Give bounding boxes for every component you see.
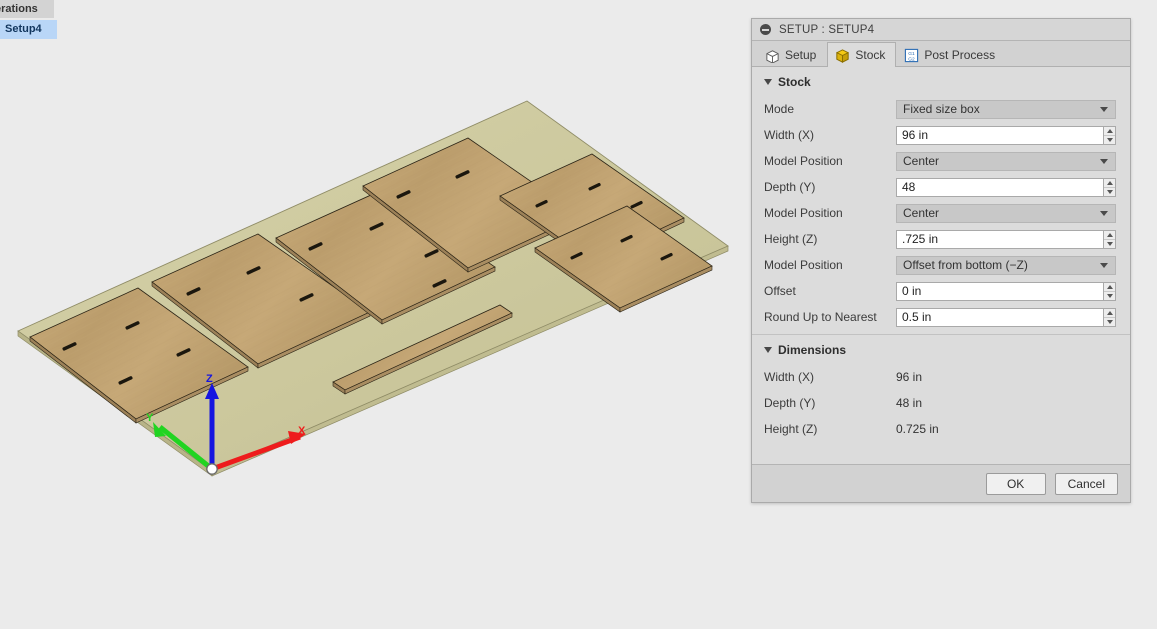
label-height-z: Height (Z) [764,232,818,246]
chevron-down-icon [1100,210,1108,216]
ok-button[interactable]: OK [985,472,1046,495]
chevron-down-icon [764,79,772,85]
stepper-offset[interactable] [1103,281,1116,301]
input-depth-y[interactable]: 48 [896,177,1103,197]
select-mode-value: Fixed size box [903,102,980,116]
dimension-row-width-x: Width (X) 96 in [752,364,1130,390]
value-dimension-width-x: 96 in [896,370,923,384]
stepper-up-icon[interactable] [1104,127,1115,136]
label-offset: Offset [764,284,796,298]
chevron-down-icon [764,347,772,353]
label-dimension-depth-y: Depth (Y) [764,396,816,410]
input-width-x[interactable]: 96 in [896,125,1103,145]
stepper-down-icon[interactable] [1104,240,1115,248]
tab-post-process-label: Post Process [924,48,996,62]
label-width-x: Width (X) [764,128,815,142]
minus-circle-icon[interactable] [760,24,771,35]
dimension-row-height-z: Height (Z) 0.725 in [752,416,1130,442]
dialog-footer: OK Cancel [752,464,1130,502]
stepper-up-icon[interactable] [1104,309,1115,318]
stepper-down-icon[interactable] [1104,136,1115,144]
field-row-width-x: Width (X) 96 in [752,122,1130,148]
label-model-position-y: Model Position [764,206,843,220]
stepper-down-icon[interactable] [1104,188,1115,196]
value-dimension-height-z: 0.725 in [896,422,939,436]
chevron-down-icon [1100,158,1108,164]
field-row-model-position-y: Model Position Center [752,200,1130,226]
label-dimension-width-x: Width (X) [764,370,815,384]
value-dimension-depth-y: 48 in [896,396,923,410]
dialog-body: Stock Mode Fixed size box Width (X) 96 i… [752,67,1130,464]
axis-label-x: X [298,425,306,437]
tree-group-operations[interactable]: erations [0,0,54,18]
field-row-mode: Mode Fixed size box [752,96,1130,122]
field-row-model-position-z: Model Position Offset from bottom (−Z) [752,252,1130,278]
tab-stock[interactable]: Stock [827,42,897,67]
dimension-row-depth-y: Depth (Y) 48 in [752,390,1130,416]
section-header-dimensions-label: Dimensions [778,343,847,357]
input-round-up-to-nearest[interactable]: 0.5 in [896,307,1103,327]
input-height-z[interactable]: .725 in [896,229,1103,249]
chevron-down-icon [1100,106,1108,112]
field-row-offset: Offset 0 in [752,278,1130,304]
tree-item-setup4[interactable]: Setup4 [0,20,57,39]
dialog-title-bar[interactable]: SETUP : SETUP4 [752,19,1130,41]
svg-text:G2: G2 [909,56,916,62]
stepper-up-icon[interactable] [1104,283,1115,292]
tab-setup[interactable]: Setup [757,42,827,67]
gcode-g1g2-icon: G1 G2 [905,48,919,62]
stepper-round-up-to-nearest[interactable] [1103,307,1116,327]
svg-text:G1: G1 [909,50,916,56]
axis-label-y: Y [146,412,154,424]
select-mode[interactable]: Fixed size box [896,99,1116,119]
stepper-height-z[interactable] [1103,229,1116,249]
browser-tree-fragment: erations Setup4 [0,0,57,39]
field-row-height-z: Height (Z) .725 in [752,226,1130,252]
chevron-down-icon [1100,262,1108,268]
input-offset[interactable]: 0 in [896,281,1103,301]
field-row-model-position-x: Model Position Center [752,148,1130,174]
stepper-width-x[interactable] [1103,125,1116,145]
field-row-round-up-to-nearest: Round Up to Nearest 0.5 in [752,304,1130,330]
select-model-position-x-value: Center [903,154,940,168]
tab-setup-label: Setup [785,48,817,62]
section-header-dimensions[interactable]: Dimensions [752,335,1130,364]
dialog-spacer [752,442,1130,464]
select-model-position-x[interactable]: Center [896,151,1116,171]
setup-dialog[interactable]: SETUP : SETUP4 Setup Stock G1 G2 Post Pr… [751,18,1131,503]
tab-stock-label: Stock [855,48,886,62]
section-header-stock-label: Stock [778,75,811,89]
stepper-depth-y[interactable] [1103,177,1116,197]
label-round-up-to-nearest: Round Up to Nearest [764,310,877,324]
cancel-button[interactable]: Cancel [1054,472,1118,495]
select-model-position-y[interactable]: Center [896,203,1116,223]
dialog-title-text: SETUP : SETUP4 [779,23,875,36]
label-dimension-height-z: Height (Z) [764,422,818,436]
tab-post-process[interactable]: G1 G2 Post Process [896,42,1006,67]
stepper-down-icon[interactable] [1104,318,1115,326]
section-header-stock[interactable]: Stock [752,67,1130,96]
label-model-position-z: Model Position [764,258,843,272]
label-model-position-x: Model Position [764,154,843,168]
label-mode: Mode [764,102,795,116]
stock-box-icon [836,48,849,63]
dialog-tab-strip[interactable]: Setup Stock G1 G2 Post Process [752,41,1130,67]
axis-label-z: Z [206,373,213,385]
stepper-up-icon[interactable] [1104,231,1115,240]
select-model-position-y-value: Center [903,206,940,220]
setup-box-icon [766,49,779,63]
stepper-up-icon[interactable] [1104,179,1115,188]
label-depth-y: Depth (Y) [764,180,816,194]
select-model-position-z-value: Offset from bottom (−Z) [903,258,1028,272]
select-model-position-z[interactable]: Offset from bottom (−Z) [896,255,1116,275]
field-row-depth-y: Depth (Y) 48 [752,174,1130,200]
stepper-down-icon[interactable] [1104,292,1115,300]
